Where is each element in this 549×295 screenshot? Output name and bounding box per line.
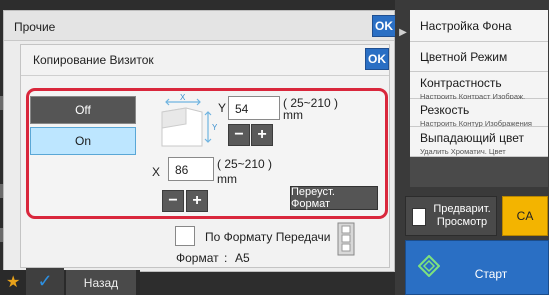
fit-to-send-checkbox[interactable]	[175, 226, 195, 246]
menu-item-label: Цветной Режим	[420, 50, 508, 64]
menu-item-sharpness[interactable]: Резкость Настроить Контур Изображения	[410, 99, 548, 128]
menu-item-label: Настройка Фона	[420, 19, 512, 33]
menu-item-label: Контрастность	[420, 76, 502, 90]
y-unit: mm	[283, 108, 303, 122]
format-separator: :	[224, 251, 228, 265]
menu-item-color-mode[interactable]: Цветной Режим	[410, 42, 548, 72]
y-decrease-button[interactable]: −	[228, 124, 250, 146]
film-strip-icon	[337, 222, 355, 256]
preview-page-icon	[412, 208, 426, 226]
panel-title: Прочие	[14, 20, 56, 34]
ok-button[interactable]: OK	[372, 15, 396, 37]
x-unit: mm	[217, 172, 237, 186]
menu-spacer	[410, 157, 548, 187]
diagram-x-label: X	[180, 94, 186, 102]
preview-label-line2: Просмотр	[436, 216, 488, 228]
clear-all-button[interactable]: CA	[502, 196, 548, 236]
menu-item-color-dropout[interactable]: Выпадающий цвет Удалить Хроматич. Цвет	[410, 127, 548, 157]
x-increase-button[interactable]: +	[186, 190, 208, 212]
star-icon[interactable]: ★	[6, 272, 20, 292]
format-label: Формат	[176, 251, 219, 265]
reset-format-button[interactable]: Переуст. Формат	[290, 186, 378, 210]
x-label: X	[152, 165, 161, 179]
check-icon[interactable]: ✓	[26, 268, 64, 295]
fit-to-send-label: По Формату Передачи	[205, 230, 331, 244]
card-size-diagram: X Y	[161, 94, 218, 147]
menu-item-contrast[interactable]: Контрастность Настроить Контраст Изображ…	[410, 72, 548, 101]
preview-label-line1: Предварит.	[433, 203, 491, 215]
x-range-text: ( 25~210 )	[217, 157, 273, 171]
start-button[interactable]: Старт	[405, 240, 549, 295]
expand-arrow-icon[interactable]: ▶	[396, 24, 410, 40]
menu-item-label: Выпадающий цвет	[420, 131, 524, 145]
menu-item-background[interactable]: Настройка Фона	[410, 10, 548, 42]
panel-header	[4, 11, 394, 41]
on-button[interactable]: On	[30, 127, 136, 155]
divider	[21, 75, 389, 76]
y-label: Y	[218, 101, 227, 115]
subpanel-title: Копирование Визиток	[33, 53, 154, 67]
ok-button[interactable]: OK	[365, 48, 389, 70]
back-button[interactable]: Назад	[66, 270, 136, 295]
start-label: Старт	[474, 267, 508, 281]
off-button[interactable]: Off	[30, 96, 136, 124]
start-diamond-icon	[418, 255, 440, 277]
diagram-y-label: Y	[212, 123, 218, 132]
preview-button[interactable]: Предварит. Просмотр	[405, 196, 497, 236]
y-size-field[interactable]: 54	[228, 96, 280, 120]
menu-item-sublabel: Удалить Хроматич. Цвет	[420, 147, 506, 156]
preview-label: Предварит. Просмотр	[428, 203, 496, 229]
format-value: A5	[235, 251, 250, 265]
x-size-field[interactable]: 86	[168, 157, 214, 181]
y-increase-button[interactable]: +	[251, 124, 273, 146]
x-decrease-button[interactable]: −	[162, 190, 184, 212]
menu-item-label: Резкость	[420, 103, 470, 117]
